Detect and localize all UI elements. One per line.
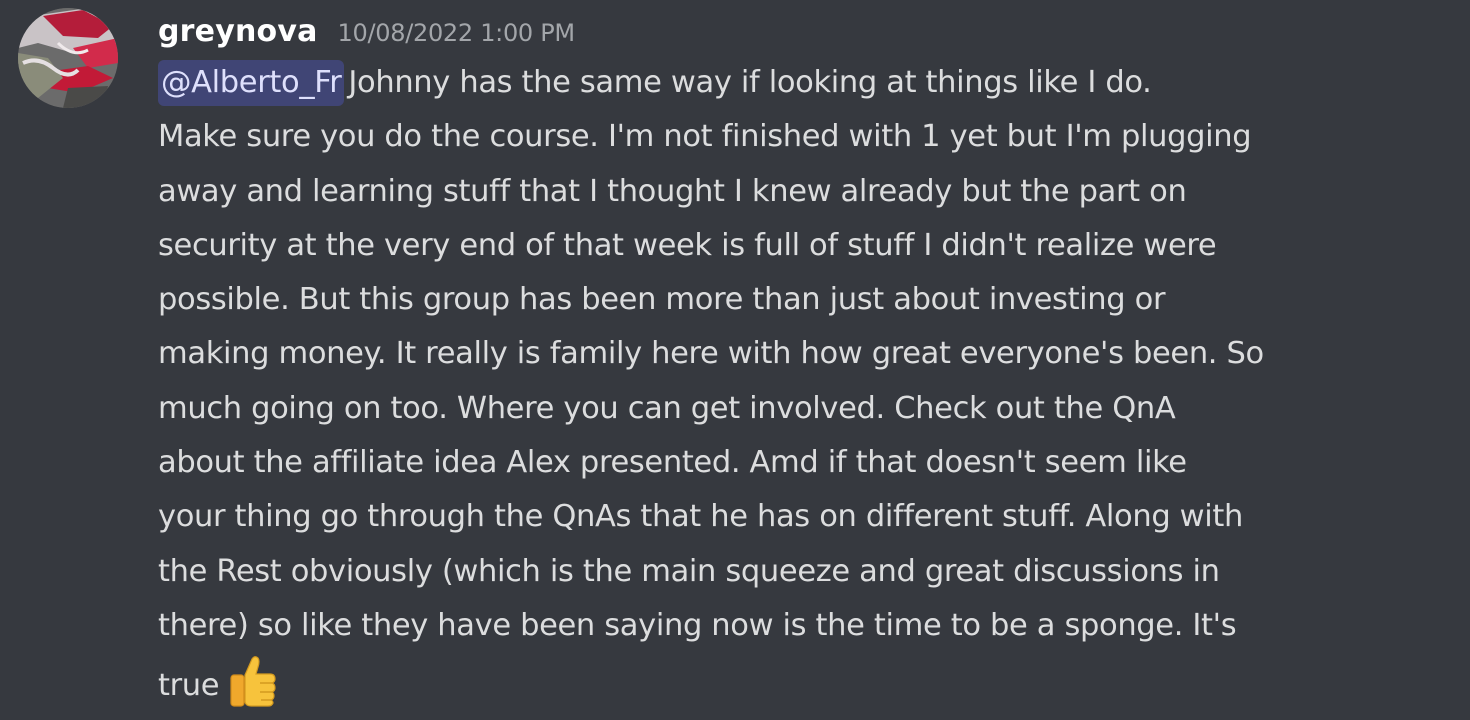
message-line: about the affiliate idea Alex presented.… (158, 445, 1187, 481)
user-avatar[interactable] (18, 8, 118, 108)
thumbs-up-icon[interactable] (225, 653, 279, 707)
message-line: there) so like they have been saying now… (158, 607, 1237, 643)
message-text: Johnny has the same way if looking at th… (348, 65, 1152, 100)
message-timestamp[interactable]: 10/08/2022 1:00 PM (338, 11, 576, 55)
message-line: possible. But this group has been more t… (158, 282, 1166, 318)
message-header: greynova 10/08/2022 1:00 PM (158, 10, 575, 54)
message-line: @Alberto_Fr Johnny has the same way if lo… (158, 56, 1418, 110)
message-line: Make sure you do the course. I'm not fin… (158, 119, 1252, 155)
user-mention[interactable]: @Alberto_Fr (158, 60, 345, 106)
message-line: away and learning stuff that I thought I… (158, 173, 1187, 209)
avatar-image (18, 8, 118, 108)
message-line: your thing go through the QnAs that he h… (158, 499, 1243, 535)
message-line: the Rest obviously (which is the main sq… (158, 553, 1220, 589)
message-line: much going on too. Where you can get inv… (158, 390, 1176, 426)
chat-message: greynova 10/08/2022 1:00 PM @Alberto_Fr J… (0, 0, 1470, 720)
message-content: @Alberto_Fr Johnny has the same way if lo… (158, 56, 1418, 708)
author-username[interactable]: greynova (158, 10, 318, 54)
message-line: true (158, 653, 1418, 707)
message-line: making money. It really is family here w… (158, 336, 1264, 372)
message-line: security at the very end of that week is… (158, 227, 1217, 263)
message-text: true (158, 668, 220, 704)
